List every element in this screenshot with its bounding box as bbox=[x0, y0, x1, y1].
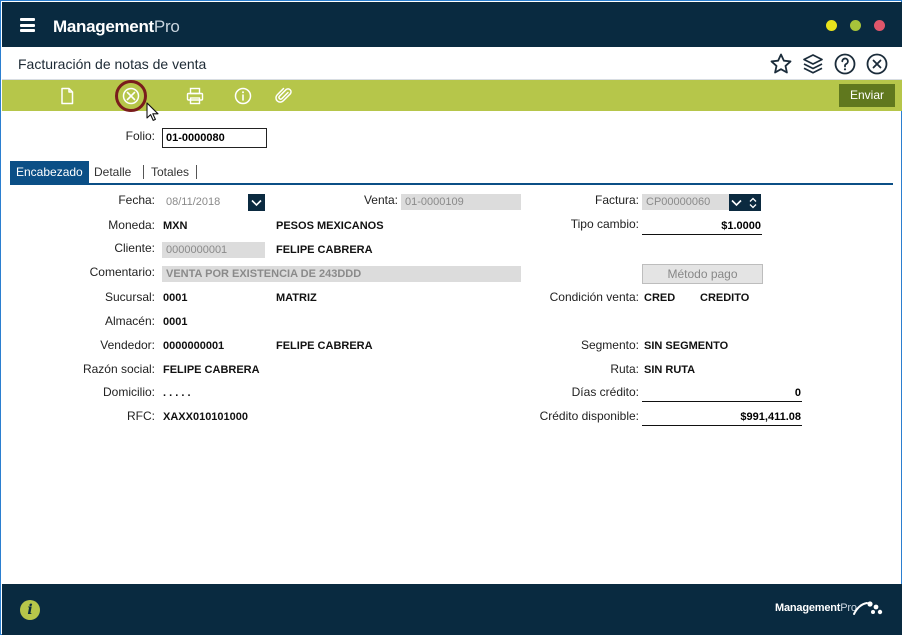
send-button[interactable]: Enviar bbox=[839, 84, 895, 107]
moneda-name: PESOS MEXICANOS bbox=[276, 220, 384, 232]
action-toolbar bbox=[2, 80, 902, 112]
attachment-icon[interactable] bbox=[274, 86, 294, 106]
moneda-label: Moneda: bbox=[108, 218, 155, 232]
layers-icon[interactable] bbox=[801, 52, 825, 76]
cancel-icon[interactable] bbox=[121, 86, 141, 106]
app-window: ManagementPro Facturación de notas de ve… bbox=[0, 0, 902, 635]
chevron-down-icon bbox=[251, 199, 262, 207]
segmento-label: Segmento: bbox=[580, 338, 639, 352]
razon-social-label: Razón social: bbox=[82, 362, 155, 376]
tabs-underline bbox=[10, 183, 893, 185]
venta-label: Venta: bbox=[363, 193, 398, 207]
credito-disponible-label: Crédito disponible: bbox=[539, 409, 639, 423]
footer-bar: i ManagementPro bbox=[2, 584, 902, 635]
sucursal-label: Sucursal: bbox=[104, 290, 155, 304]
rfc-value: XAXX010101000 bbox=[163, 411, 249, 423]
page-title: Facturación de notas de venta bbox=[18, 56, 207, 72]
vendedor-label: Vendedor: bbox=[100, 338, 155, 352]
minimize-button[interactable] bbox=[826, 20, 837, 31]
cliente-label: Cliente: bbox=[114, 241, 155, 255]
moneda-code: MXN bbox=[163, 220, 188, 232]
close-window-button[interactable] bbox=[874, 20, 885, 31]
comentario-label: Comentario: bbox=[89, 265, 155, 279]
sucursal-code: 0001 bbox=[163, 292, 188, 304]
fecha-dropdown-button[interactable] bbox=[248, 194, 265, 211]
razon-social-value: FELIPE CABRERA bbox=[163, 364, 260, 376]
chevron-updown-icon bbox=[731, 197, 757, 209]
tab-separator bbox=[196, 165, 197, 179]
sucursal-name: MATRIZ bbox=[276, 292, 317, 304]
tab-totales[interactable]: Totales bbox=[145, 161, 195, 183]
help-icon[interactable] bbox=[833, 52, 857, 76]
factura-label: Factura: bbox=[594, 193, 639, 207]
print-icon[interactable] bbox=[185, 86, 205, 106]
domicilio-label: Domicilio: bbox=[102, 385, 155, 399]
app-brand: ManagementPro bbox=[53, 17, 180, 36]
domicilio-value: . . . . . bbox=[163, 387, 191, 399]
tab-detalle[interactable]: Detalle bbox=[88, 161, 137, 183]
info-icon[interactable] bbox=[233, 86, 253, 106]
dias-credito-label: Días crédito: bbox=[571, 385, 639, 399]
fecha-label: Fecha: bbox=[118, 193, 155, 207]
ruta-label: Ruta: bbox=[610, 362, 639, 376]
maximize-button[interactable] bbox=[850, 20, 861, 31]
footer-info-icon[interactable]: i bbox=[20, 600, 40, 620]
top-bar: ManagementPro bbox=[2, 2, 902, 47]
tab-encabezado[interactable]: Encabezado bbox=[10, 161, 89, 183]
credito-disponible-value: $991,411.08 bbox=[642, 409, 802, 426]
brand-logo-icon bbox=[853, 601, 883, 615]
vendedor-name: FELIPE CABRERA bbox=[276, 340, 373, 352]
condicion-venta-label: Condición venta: bbox=[549, 290, 639, 304]
star-icon[interactable] bbox=[769, 52, 793, 76]
tab-separator bbox=[143, 165, 144, 179]
venta-input[interactable]: 01-0000109 bbox=[401, 194, 521, 210]
new-document-icon[interactable] bbox=[57, 86, 77, 106]
folio-label: Folio: bbox=[125, 129, 155, 143]
footer-brand: ManagementPro bbox=[775, 602, 857, 614]
folio-input[interactable]: 01-0000080 bbox=[162, 128, 267, 148]
comentario-input[interactable]: VENTA POR EXISTENCIA DE 243DDD bbox=[162, 266, 521, 282]
vendedor-code: 0000000001 bbox=[163, 340, 225, 352]
ruta-value: SIN RUTA bbox=[644, 364, 696, 376]
metodo-pago-button[interactable]: Método pago bbox=[642, 264, 763, 284]
cliente-input[interactable]: 0000000001 bbox=[162, 242, 265, 258]
close-page-icon[interactable] bbox=[865, 52, 889, 76]
factura-dropdown-button[interactable] bbox=[729, 194, 761, 211]
dias-credito-value: 0 bbox=[642, 385, 802, 402]
almacen-label: Almacén: bbox=[104, 314, 155, 328]
cliente-name: FELIPE CABRERA bbox=[276, 244, 373, 256]
condicion-name: CREDITO bbox=[700, 292, 750, 304]
hamburger-menu-icon[interactable] bbox=[20, 18, 35, 32]
rfc-label: RFC: bbox=[127, 409, 155, 423]
tipo-cambio-label: Tipo cambio: bbox=[570, 217, 639, 231]
condicion-code: CRED bbox=[644, 292, 676, 304]
factura-input[interactable]: CP00000060 bbox=[642, 194, 729, 210]
segmento-value: SIN SEGMENTO bbox=[644, 340, 729, 352]
almacen-value: 0001 bbox=[163, 316, 188, 328]
tipo-cambio-value: $1.0000 bbox=[642, 218, 762, 235]
fecha-input[interactable]: 08/11/2018 bbox=[162, 194, 244, 210]
title-bar: Facturación de notas de venta bbox=[2, 47, 902, 80]
